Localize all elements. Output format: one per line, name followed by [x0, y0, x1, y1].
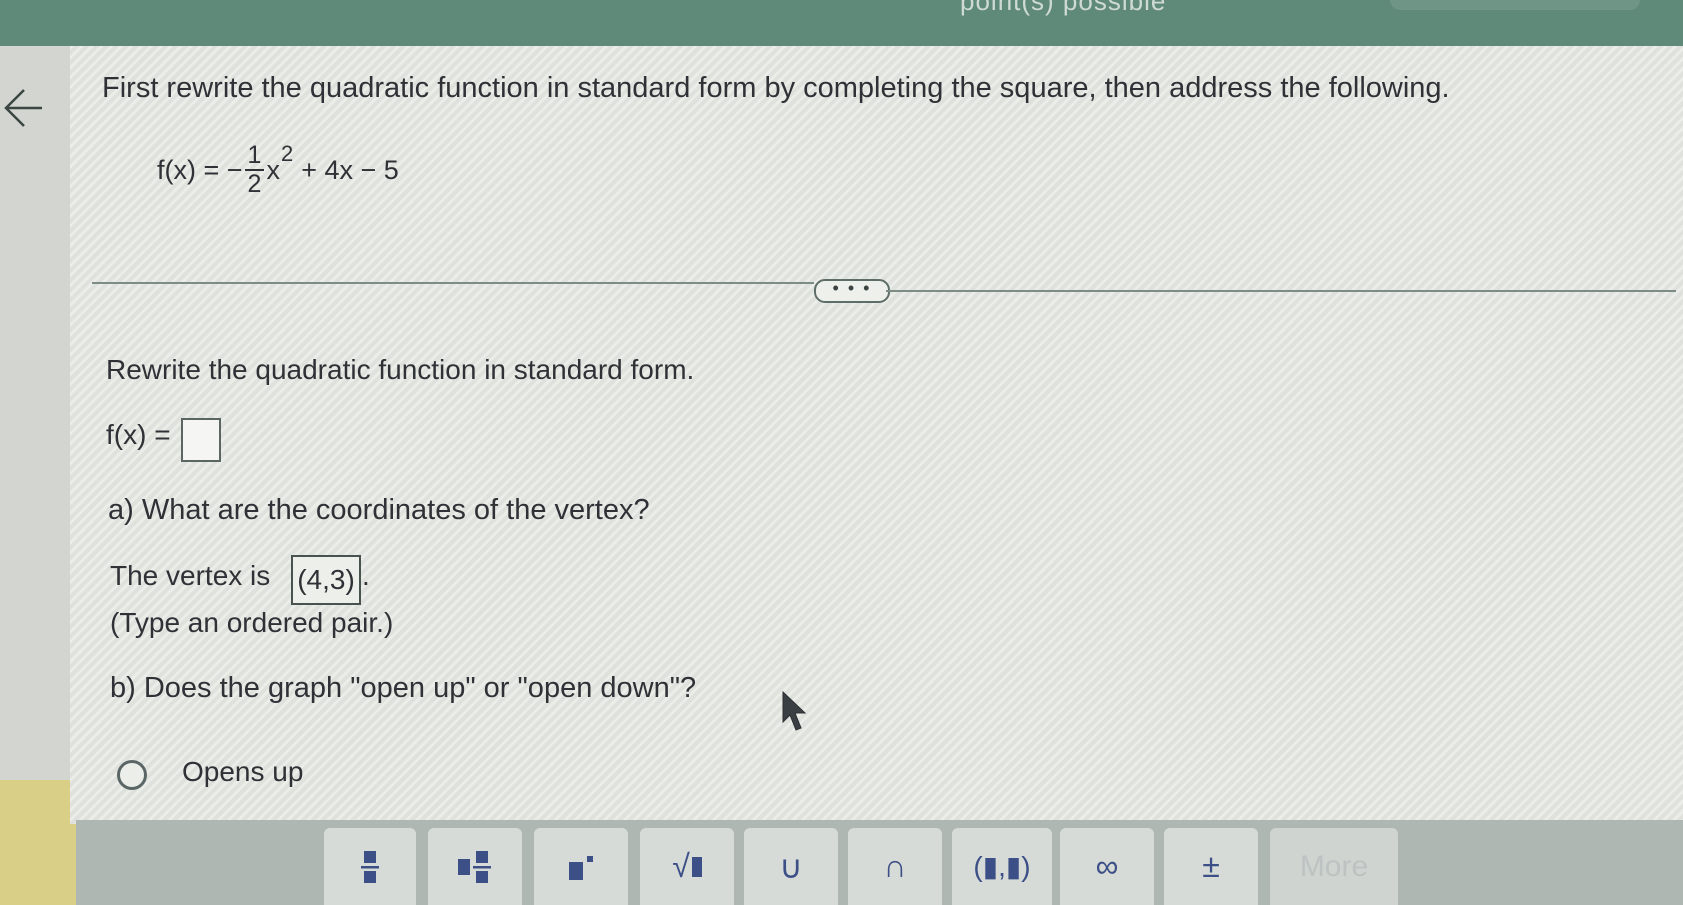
square-root-placeholder-icon: [691, 856, 702, 877]
given-function: f(x) = − 1 2 x 2 + 4x − 5: [157, 130, 399, 210]
vertex-answer-input[interactable]: (4,3): [291, 555, 361, 605]
vertex-answer-prefix: The vertex is: [110, 560, 271, 591]
divider-right: [886, 290, 1676, 292]
fraction-denominator: 2: [247, 170, 262, 198]
fraction-icon: [361, 850, 379, 883]
infinity-icon: ∞: [1095, 848, 1119, 884]
function-variable: x: [266, 154, 280, 185]
intersection-button[interactable]: ∩: [848, 828, 942, 905]
more-button[interactable]: More: [1270, 828, 1398, 905]
standard-form-label: f(x) =: [106, 419, 171, 450]
mixed-number-button[interactable]: [428, 828, 522, 905]
opens-up-radio[interactable]: [117, 760, 147, 790]
plus-minus-icon: ±: [1202, 848, 1220, 884]
square-root-icon: √: [672, 848, 690, 884]
standard-form-prompt: Rewrite the quadratic function in standa…: [106, 354, 695, 385]
ordered-pair-button[interactable]: (▮,▮): [952, 828, 1052, 905]
union-button[interactable]: ∪: [744, 828, 838, 905]
intersection-icon: ∩: [883, 848, 907, 884]
top-bar-pill[interactable]: [1390, 0, 1640, 10]
fraction-numerator: 1: [244, 142, 265, 171]
back-arrow-icon[interactable]: [4, 86, 44, 130]
plus-minus-button[interactable]: ±: [1164, 828, 1258, 905]
left-margin: [0, 46, 70, 905]
standard-form-answer-input[interactable]: [181, 418, 221, 462]
exponent-icon: [569, 855, 593, 880]
function-rest: + 4x − 5: [301, 154, 399, 185]
points-text: point(s) possible: [960, 0, 1167, 16]
part-b-question: b) Does the graph "open up" or "open dow…: [110, 672, 697, 704]
divider-left: [92, 282, 814, 284]
more-button-label: More: [1299, 849, 1369, 883]
part-a-question: a) What are the coordinates of the verte…: [108, 494, 650, 526]
exponent-button[interactable]: [534, 828, 628, 905]
vertex-answer-suffix: .: [362, 560, 370, 591]
mouse-cursor-icon: [782, 690, 807, 731]
infinity-button[interactable]: ∞: [1060, 828, 1154, 905]
mixed-number-icon: [458, 850, 491, 883]
ordered-pair-icon: (▮,▮): [973, 851, 1031, 882]
vertex-hint: (Type an ordered pair.): [110, 607, 394, 638]
expand-button[interactable]: • • •: [814, 279, 890, 303]
function-exponent: 2: [280, 141, 294, 166]
union-icon: ∪: [779, 848, 803, 885]
top-bar: point(s) possible: [0, 0, 1683, 46]
opens-up-label[interactable]: Opens up: [182, 756, 303, 788]
fraction-button[interactable]: [324, 828, 416, 905]
function-lhs: f(x) = −: [157, 154, 243, 185]
left-margin-accent: [0, 780, 76, 905]
question-intro: First rewrite the quadratic function in …: [102, 72, 1450, 104]
fraction: 1 2: [244, 142, 265, 198]
square-root-button[interactable]: √: [640, 828, 734, 905]
